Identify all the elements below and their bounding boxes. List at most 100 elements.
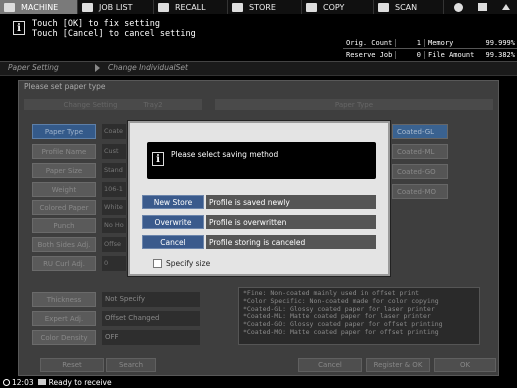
job-list-icon: [82, 2, 93, 12]
search-button[interactable]: Search: [106, 358, 156, 372]
paper-type-coated-mo-label: Coated-MO: [397, 187, 437, 196]
paper-type-coated-go[interactable]: Coated-GO: [392, 164, 448, 179]
paper-size-button[interactable]: Paper Size: [32, 163, 96, 178]
paper-type-coated-go-label: Coated-GO: [397, 167, 436, 176]
profile-name-button[interactable]: Profile Name: [32, 144, 96, 159]
tab-copy-label: COPY: [323, 2, 345, 12]
tab-machine-label: MACHINE: [21, 2, 59, 12]
store-icon: [232, 2, 243, 12]
reserve-job-label: Reserve Job: [343, 50, 396, 59]
header-message-line1: Touch [OK] to fix setting: [32, 19, 160, 29]
copy-icon: [306, 2, 317, 12]
clock-icon: [3, 378, 10, 386]
breadcrumb-chevron-icon: [95, 64, 100, 72]
paper-type-coated-ml-label: Coated-ML: [397, 147, 435, 156]
new-store-label: New Store: [153, 197, 193, 207]
colored-paper-button[interactable]: Colored Paper: [32, 200, 96, 215]
description-line: *Coated-MO: Matte coated paper for offse…: [243, 327, 439, 336]
box-tab[interactable]: [472, 0, 492, 14]
reserve-job-value: 0: [396, 50, 425, 59]
ok-label: OK: [459, 361, 471, 369]
orig-count-label: Orig. Count: [343, 39, 396, 47]
thickness-label: Thickness: [46, 295, 82, 304]
tab-copy[interactable]: COPY: [302, 0, 374, 14]
both-sides-adj-button[interactable]: Both Sides Adj.: [32, 237, 96, 252]
reset-button[interactable]: Reset: [40, 358, 104, 372]
header-message-line2: Touch [Cancel] to cancel setting: [32, 29, 196, 39]
paper-type-coated-mo[interactable]: Coated-MO: [392, 184, 448, 199]
status-bar: 12:03 Ready to receive: [0, 376, 517, 388]
register-ok-label: Register & OK: [373, 361, 423, 369]
ok-button[interactable]: OK: [434, 358, 496, 372]
breadcrumb: [0, 62, 517, 76]
overwrite-button[interactable]: Overwrite: [142, 215, 204, 229]
color-density-value: OFF: [102, 330, 200, 345]
paper-type-label: Paper Type: [44, 127, 84, 136]
breadcrumb-change-individual-set: Change IndividualSet: [108, 63, 188, 72]
tab-scan[interactable]: SCAN: [374, 0, 444, 14]
new-store-description: Profile is saved newly: [206, 195, 376, 209]
profile-name-value: Cust: [102, 144, 126, 159]
punch-button[interactable]: Punch: [32, 218, 96, 233]
thickness-button[interactable]: Thickness: [32, 292, 96, 307]
color-density-label: Color Density: [40, 333, 88, 342]
arrow-tab[interactable]: [496, 0, 516, 14]
right-section-header: Paper Type: [215, 99, 493, 110]
breadcrumb-paper-setting[interactable]: Paper Setting: [8, 63, 59, 72]
left-header-tray: Tray2: [143, 100, 163, 109]
file-amount-value: 99.382%: [485, 50, 515, 59]
dialog-cancel-button[interactable]: Cancel: [142, 235, 204, 249]
memory-label: Memory: [428, 39, 454, 47]
tab-job-list[interactable]: JOB LIST: [78, 0, 154, 14]
both-sides-adj-value: Offse: [102, 237, 126, 252]
paper-type-coated-gl[interactable]: Coated-GL: [392, 124, 448, 139]
weight-button[interactable]: Weight: [32, 182, 96, 197]
expert-adj-button[interactable]: Expert Adj.: [32, 311, 96, 326]
arrow-up-icon: [502, 4, 510, 10]
profile-name-label: Profile Name: [41, 147, 87, 156]
orig-count-value: 1: [396, 39, 425, 47]
reset-label: Reset: [62, 361, 82, 369]
ru-curl-adj-label: RU Curl Adj.: [43, 259, 85, 268]
paper-size-value: Stand: [102, 163, 126, 178]
ru-curl-adj-value: 0: [102, 256, 126, 271]
tab-recall[interactable]: RECALL: [154, 0, 228, 14]
globe-icon: [453, 2, 463, 12]
new-store-button[interactable]: New Store: [142, 195, 204, 209]
globe-tab[interactable]: [448, 0, 468, 14]
tab-store[interactable]: STORE: [228, 0, 302, 14]
page-prompt: Please set paper type: [24, 82, 106, 91]
tab-job-list-label: JOB LIST: [99, 2, 133, 12]
paper-type-coated-ml[interactable]: Coated-ML: [392, 144, 448, 159]
ru-curl-adj-button[interactable]: RU Curl Adj.: [32, 256, 96, 271]
box-icon: [477, 3, 487, 11]
both-sides-adj-label: Both Sides Adj.: [37, 240, 91, 249]
paper-type-value: Coate: [102, 124, 126, 139]
paper-type-button[interactable]: Paper Type: [32, 124, 96, 139]
tab-scan-label: SCAN: [395, 2, 418, 12]
header-message: Touch [OK] to fix setting Touch [Cancel]…: [32, 19, 196, 39]
recall-icon: [158, 2, 169, 12]
dialog-cancel-description: Profile storing is canceled: [206, 235, 376, 249]
paper-size-label: Paper Size: [45, 166, 83, 175]
printer-icon: [37, 379, 46, 385]
tab-store-label: STORE: [249, 2, 276, 12]
cancel-label: Cancel: [318, 361, 342, 369]
specify-size-label: Specify size: [166, 259, 211, 268]
register-ok-button[interactable]: Register & OK: [366, 358, 430, 372]
tab-recall-label: RECALL: [175, 2, 206, 12]
expert-adj-label: Expert Adj.: [44, 314, 84, 323]
color-density-button[interactable]: Color Density: [32, 330, 96, 345]
colored-paper-label: Colored Paper: [39, 203, 89, 212]
punch-value: No Ho: [102, 218, 126, 233]
weight-value: 106-1: [102, 182, 126, 197]
cancel-button[interactable]: Cancel: [298, 358, 362, 372]
memory-value: 99.999%: [485, 39, 515, 47]
overwrite-label: Overwrite: [154, 217, 192, 227]
weight-label: Weight: [51, 185, 77, 194]
specify-size-checkbox[interactable]: [153, 259, 162, 268]
colored-paper-value: White: [102, 200, 126, 215]
info-icon: i: [13, 21, 25, 35]
tab-machine[interactable]: MACHINE: [0, 0, 78, 14]
punch-label: Punch: [53, 221, 75, 230]
